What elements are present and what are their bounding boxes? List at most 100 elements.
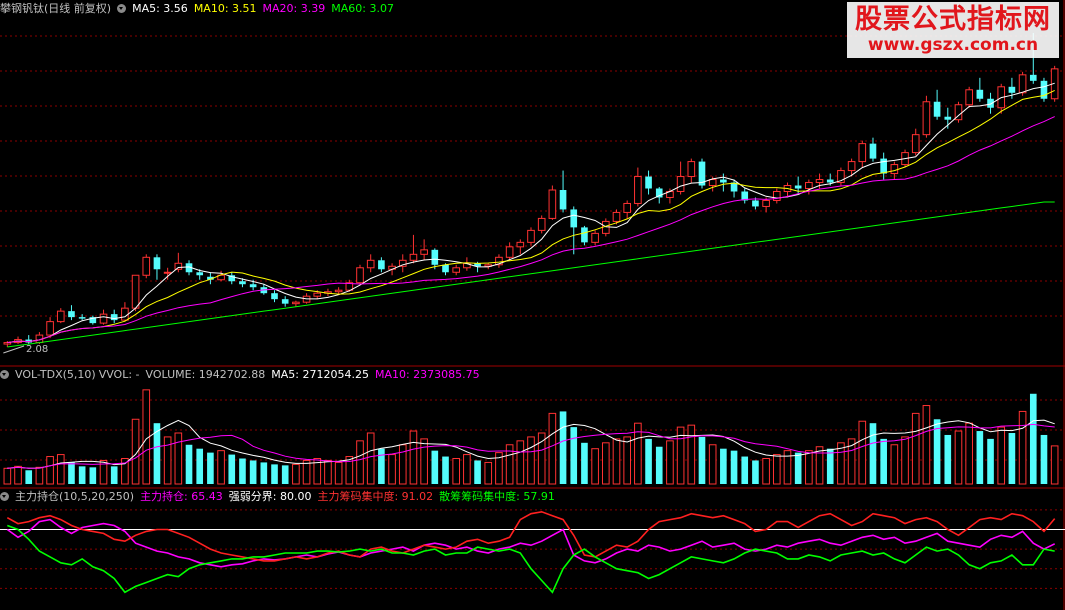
volume-bar-up bbox=[174, 432, 183, 485]
candle-down bbox=[110, 314, 118, 321]
candle-down bbox=[1029, 74, 1037, 81]
zl-indicator-name[interactable]: 主力持仓(10,5,20,250) bbox=[15, 490, 134, 503]
volume-bar-down bbox=[741, 456, 749, 484]
volume-bar-up bbox=[591, 448, 599, 485]
watermark-url: www.gszx.com.cn bbox=[867, 35, 1039, 55]
candle-down bbox=[1008, 86, 1016, 93]
dropdown-icon[interactable] bbox=[117, 4, 127, 13]
candle-down bbox=[581, 227, 588, 243]
volume-bar-down bbox=[68, 462, 75, 484]
volume-bar-up bbox=[911, 412, 920, 485]
candle-up bbox=[911, 134, 920, 154]
volume-bar-down bbox=[185, 444, 193, 484]
volume-bar-down bbox=[196, 448, 204, 484]
candle-up bbox=[708, 179, 717, 187]
candle-up bbox=[121, 307, 129, 321]
candle-down bbox=[976, 89, 984, 99]
volume-bar-down bbox=[869, 423, 877, 484]
volume-bar-up bbox=[409, 430, 418, 485]
volume-bar-up bbox=[601, 442, 610, 485]
volume-bar-up bbox=[46, 456, 54, 485]
volume-bar-down bbox=[442, 456, 449, 484]
dropdown-icon[interactable] bbox=[0, 492, 9, 501]
candle-down bbox=[752, 200, 759, 207]
volume-bar-down bbox=[826, 448, 834, 484]
candle-up bbox=[99, 313, 108, 324]
candle-down bbox=[249, 284, 257, 288]
volume-bar-down bbox=[720, 448, 727, 484]
zl-boundary-readout: 强弱分界: 80.00 bbox=[228, 490, 312, 503]
candle-up bbox=[56, 310, 65, 323]
stock-chart-window: { "header_price": { "stock_name": "攀钢钒钛(… bbox=[0, 0, 1065, 610]
volume-indicator-name[interactable]: VOL-TDX(5,10) bbox=[15, 368, 96, 381]
volume-bar-down bbox=[281, 465, 289, 484]
candle-up bbox=[612, 211, 621, 222]
stock-name-label[interactable]: 攀钢钒钛(日线 前复权) bbox=[0, 2, 111, 15]
volume-bar-up bbox=[687, 424, 696, 485]
candle-down bbox=[826, 179, 834, 183]
volume-bar-up bbox=[452, 458, 461, 485]
vol-ma5-readout: MA5: 2712054.25 bbox=[271, 368, 369, 381]
volume-bar-up bbox=[356, 440, 364, 485]
watermark-title: 股票公式指标网 bbox=[855, 4, 1051, 35]
volume-bar-down bbox=[271, 464, 278, 484]
volume-bar-down bbox=[752, 460, 759, 484]
volume-bar-up bbox=[965, 422, 973, 485]
volume-bar-up bbox=[708, 444, 717, 485]
candle-up bbox=[815, 179, 824, 184]
candle-up bbox=[292, 301, 300, 305]
volume-bar-down bbox=[581, 442, 588, 484]
candle-up bbox=[527, 229, 535, 243]
candle-up bbox=[623, 202, 631, 213]
volume-bar-down bbox=[239, 458, 246, 484]
candle-up bbox=[420, 249, 428, 255]
volume-bar-up bbox=[35, 466, 44, 485]
ma60-readout: MA60: 3.07 bbox=[331, 2, 394, 15]
volume-bar-down bbox=[474, 460, 481, 484]
volume-bar-up bbox=[388, 454, 396, 485]
volume-bar-down bbox=[78, 466, 86, 484]
volume-bar-up bbox=[3, 467, 12, 485]
volume-bar-down bbox=[207, 452, 214, 484]
volume-bar-down bbox=[249, 460, 257, 484]
volume-bar-up bbox=[772, 454, 781, 485]
volume-readout: VOLUME: 1942702.88 bbox=[145, 368, 266, 381]
volume-bar-up bbox=[398, 444, 407, 485]
vvol-readout: VVOL: - bbox=[98, 368, 140, 381]
zl-holding-readout: 主力持仓: 65.43 bbox=[140, 490, 223, 503]
zl-main-conc-readout: 主力筹码集中度: 91.02 bbox=[317, 490, 434, 503]
candle-up bbox=[131, 274, 140, 309]
volume-bar-down bbox=[25, 470, 33, 484]
candle-up bbox=[922, 101, 931, 136]
volume-bar-up bbox=[954, 430, 963, 485]
ma60-line bbox=[7, 201, 1055, 348]
dropdown-icon[interactable] bbox=[0, 370, 9, 379]
volume-bar-down bbox=[431, 450, 439, 484]
candle-up bbox=[687, 161, 696, 178]
volume-bar-up bbox=[805, 450, 813, 485]
candle-down bbox=[645, 176, 652, 189]
volume-bar-up bbox=[901, 436, 909, 485]
ma10-line bbox=[7, 89, 1055, 344]
volume-bar-up bbox=[527, 436, 535, 485]
ma5-line bbox=[7, 82, 1055, 344]
volume-bar-down bbox=[645, 438, 652, 484]
volume-bar-down bbox=[89, 467, 97, 484]
volume-bar-up bbox=[516, 440, 525, 485]
candle-up bbox=[334, 289, 343, 293]
volume-bar-up bbox=[420, 438, 428, 485]
volume-bar-up bbox=[666, 440, 674, 485]
volume-bar-up bbox=[890, 444, 899, 485]
candle-up bbox=[965, 89, 973, 106]
candle-down bbox=[794, 185, 802, 189]
volume-bar-up bbox=[623, 436, 631, 485]
candle-up bbox=[505, 246, 514, 258]
watermark-logo: 股票公式指标网 www.gszx.com.cn bbox=[847, 2, 1059, 58]
volume-bar-up bbox=[1018, 410, 1027, 485]
low-marker-arrow bbox=[3, 345, 25, 354]
candle-up bbox=[46, 321, 54, 336]
ma5-readout: MA5: 3.56 bbox=[132, 2, 188, 15]
volume-bar-up bbox=[334, 461, 343, 485]
candle-down bbox=[196, 272, 204, 276]
candle-up bbox=[591, 232, 599, 243]
